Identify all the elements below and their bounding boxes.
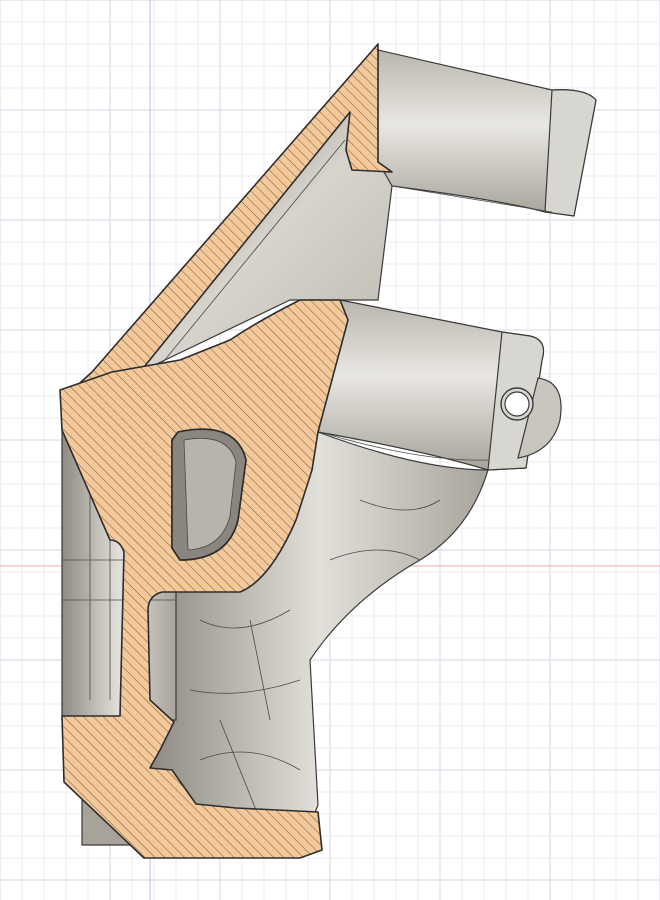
mount-hole-icon[interactable] — [500, 387, 534, 421]
cad-viewport[interactable] — [0, 0, 660, 900]
viewport-canvas[interactable] — [0, 0, 660, 900]
top-clip-end — [544, 89, 597, 217]
